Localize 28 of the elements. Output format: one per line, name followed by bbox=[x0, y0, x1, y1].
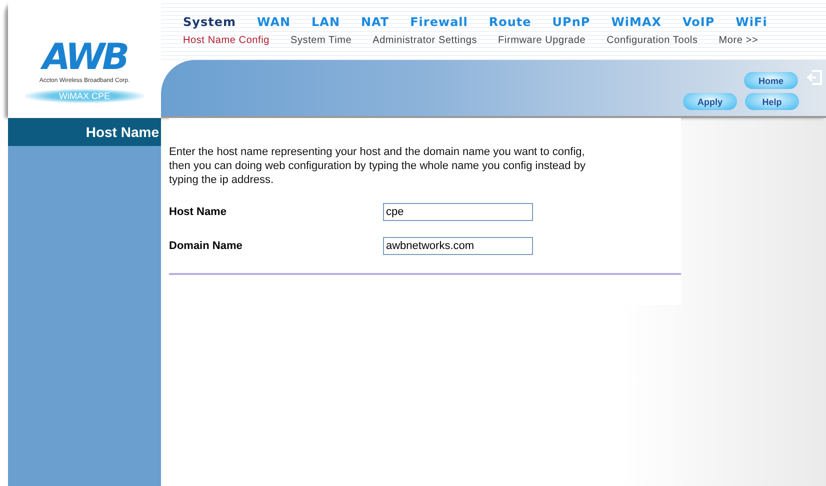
apply-button[interactable]: Apply bbox=[683, 93, 737, 110]
submenu-link[interactable]: System Time bbox=[290, 35, 352, 46]
menu-tab[interactable]: System bbox=[183, 15, 236, 29]
field-label: Host Name bbox=[169, 206, 228, 218]
submenu-link[interactable]: Administrator Settings bbox=[372, 35, 478, 46]
menu-tab[interactable]: WiFi bbox=[736, 15, 768, 29]
menu-tab[interactable]: Firewall bbox=[410, 15, 468, 29]
product-badge: WiMAX CPE bbox=[24, 89, 144, 103]
input-field[interactable]: cpe bbox=[383, 203, 533, 221]
logo-mark: AWB bbox=[42, 40, 127, 76]
field-label: Domain Name bbox=[169, 240, 244, 252]
menu-tab[interactable]: WAN bbox=[257, 15, 291, 29]
sidebar-title: Host Name bbox=[8, 118, 161, 146]
help-button[interactable]: Help bbox=[745, 93, 799, 110]
submenu-link[interactable]: Configuration Tools bbox=[606, 35, 698, 46]
submenu-link[interactable]: Host Name Config bbox=[183, 35, 270, 46]
submenu-link[interactable]: Firmware Upgrade bbox=[498, 35, 586, 46]
input-field[interactable]: awbnetworks.com bbox=[383, 237, 533, 255]
home-button[interactable]: Home bbox=[744, 72, 798, 89]
description-text: Enter the host name representing your host and the domain name you want to config, then you can doing web configuration by typing the whole name you config instead by typing the ip address. bbox=[169, 145, 586, 187]
menu-tab[interactable]: VoIP bbox=[682, 15, 715, 29]
menu-tab[interactable]: Route bbox=[488, 15, 532, 29]
menu-tab[interactable]: NAT bbox=[361, 15, 390, 29]
menu-tab[interactable]: LAN bbox=[312, 15, 340, 29]
submenu-link[interactable]: More >> bbox=[718, 35, 758, 46]
menu-tab[interactable]: UPnP bbox=[552, 15, 590, 29]
menu-tab[interactable]: WiMAX bbox=[611, 15, 662, 29]
logout-icon[interactable] bbox=[806, 70, 822, 85]
